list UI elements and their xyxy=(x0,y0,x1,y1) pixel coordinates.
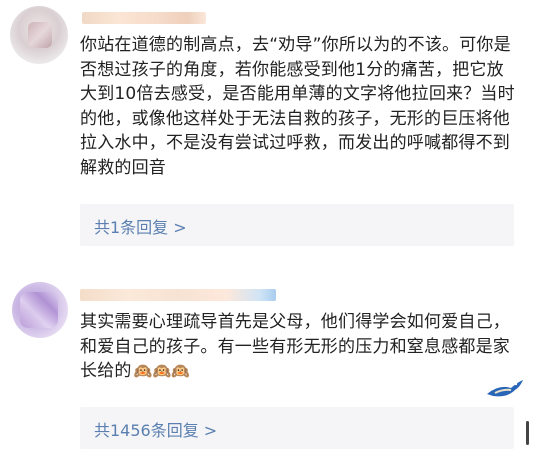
bird-sticker-icon xyxy=(487,380,523,397)
username-redacted[interactable] xyxy=(82,12,206,24)
comment-text: 你站在道德的制高点，去“劝导”你所以为的不该。可你是否想过孩子的角度，若你能感受… xyxy=(80,35,515,178)
replies-box[interactable]: 共1条回复 > xyxy=(80,204,514,246)
view-replies-link[interactable]: 共1456条回复 > xyxy=(94,417,217,441)
see-no-evil-monkey-emoji: 🙉🙉🙉 xyxy=(133,362,191,380)
replies-box[interactable]: 共1456条回复 > xyxy=(80,407,514,449)
comment-text: 其实需要心理疏导首先是父母，他们得学会如何爱自己，和爱自己的孩子。有一些有形无形… xyxy=(80,310,512,384)
view-replies-link[interactable]: 共1条回复 > xyxy=(94,214,187,238)
avatar[interactable] xyxy=(10,6,68,64)
avatar[interactable] xyxy=(12,282,68,338)
username-redacted[interactable] xyxy=(80,289,276,301)
scrollbar[interactable] xyxy=(526,421,529,445)
